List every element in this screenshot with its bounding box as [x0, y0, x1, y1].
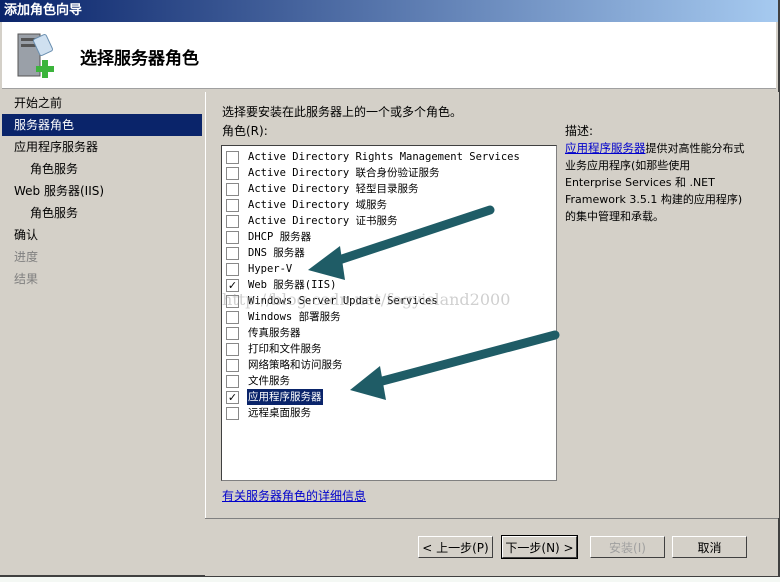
- wizard-footer: < 上一步(P) 下一步(N) > 安装(I) 取消: [205, 518, 778, 576]
- next-button[interactable]: 下一步(N) >: [501, 535, 578, 559]
- arrow-to-app-server: [370, 330, 560, 388]
- arrow-head: [308, 246, 345, 280]
- arrow-to-hyper-v: [325, 205, 495, 268]
- install-button[interactable]: 安装(I): [590, 536, 665, 558]
- arrow-head: [350, 366, 386, 400]
- annotation-arrows: [308, 205, 560, 400]
- back-button[interactable]: < 上一步(P): [418, 536, 493, 558]
- add-roles-wizard-window: 添加角色向导 选择服务器角色 开始之前 服务器角色 应用程序服务器 角色服务 Web 服…: [0, 0, 780, 577]
- cancel-button[interactable]: 取消: [672, 536, 747, 558]
